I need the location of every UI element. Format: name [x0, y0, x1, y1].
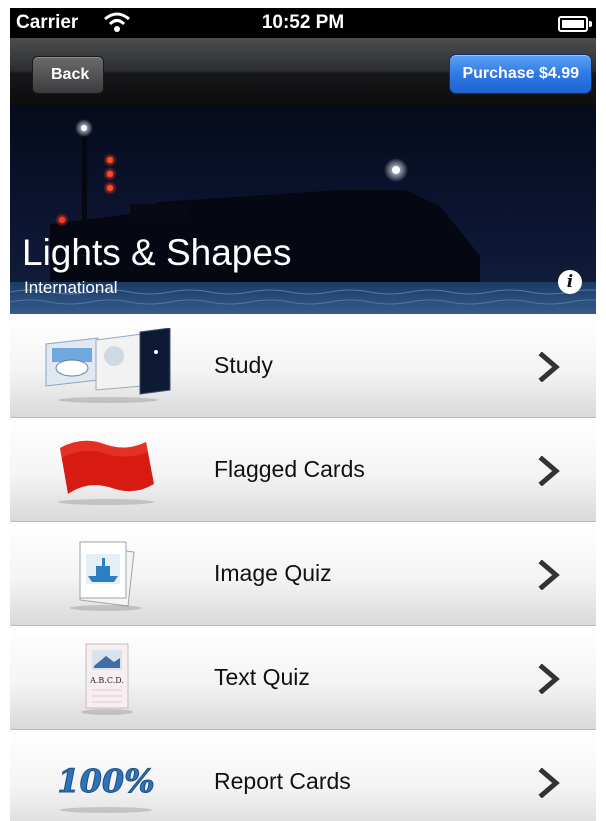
- menu-item-study[interactable]: Study: [10, 314, 596, 418]
- chevron-right-icon: [538, 664, 560, 694]
- menu-item-text-quiz[interactable]: A.B.C.D. Text Quiz: [10, 626, 596, 730]
- chevron-right-icon: [538, 768, 560, 798]
- purchase-button[interactable]: Purchase $4.99: [449, 54, 592, 94]
- info-icon[interactable]: i: [558, 270, 582, 294]
- menu-item-label: Image Quiz: [214, 560, 332, 586]
- menu-item-report-cards[interactable]: 100% Report Cards: [10, 730, 596, 821]
- menu-item-label: Text Quiz: [214, 664, 310, 690]
- chevron-right-icon: [538, 352, 560, 382]
- menu-item-flagged-cards[interactable]: Flagged Cards: [10, 418, 596, 522]
- hero-subtitle: International: [24, 278, 118, 297]
- percent-icon-text: 100%: [57, 762, 154, 800]
- battery-icon: [558, 16, 592, 32]
- menu-list: Study Flagged Cards Image Quiz A.B.C.D. …: [10, 314, 596, 821]
- menu-item-image-quiz[interactable]: Image Quiz: [10, 522, 596, 626]
- back-button-label: Back: [51, 66, 90, 83]
- text-quiz-card-text: A.B.C.D.: [89, 676, 124, 685]
- menu-item-label: Flagged Cards: [214, 456, 365, 482]
- navigation-bar: Back Purchase $4.99: [10, 38, 596, 106]
- back-button[interactable]: Back: [32, 56, 105, 94]
- clock: 10:52 PM: [261, 12, 345, 33]
- text-quiz-icon: A.B.C.D.: [81, 643, 133, 715]
- app-screen: Carrier 10:52 PM Back Purchase $4.99 Lig…: [10, 8, 596, 821]
- percent-icon: 100%: [57, 762, 155, 813]
- study-cards-icon: [45, 328, 171, 403]
- red-flag-icon: [58, 440, 154, 505]
- chevron-right-icon: [538, 456, 560, 486]
- menu-item-label: Report Cards: [214, 768, 351, 794]
- image-quiz-icon: [70, 541, 142, 611]
- menu-item-label: Study: [214, 352, 273, 378]
- chevron-right-icon: [538, 560, 560, 590]
- status-bar: Carrier 10:52 PM: [10, 8, 596, 38]
- hero-banner: Lights & Shapes International i: [10, 106, 596, 314]
- hero-title: Lights & Shapes: [22, 232, 292, 273]
